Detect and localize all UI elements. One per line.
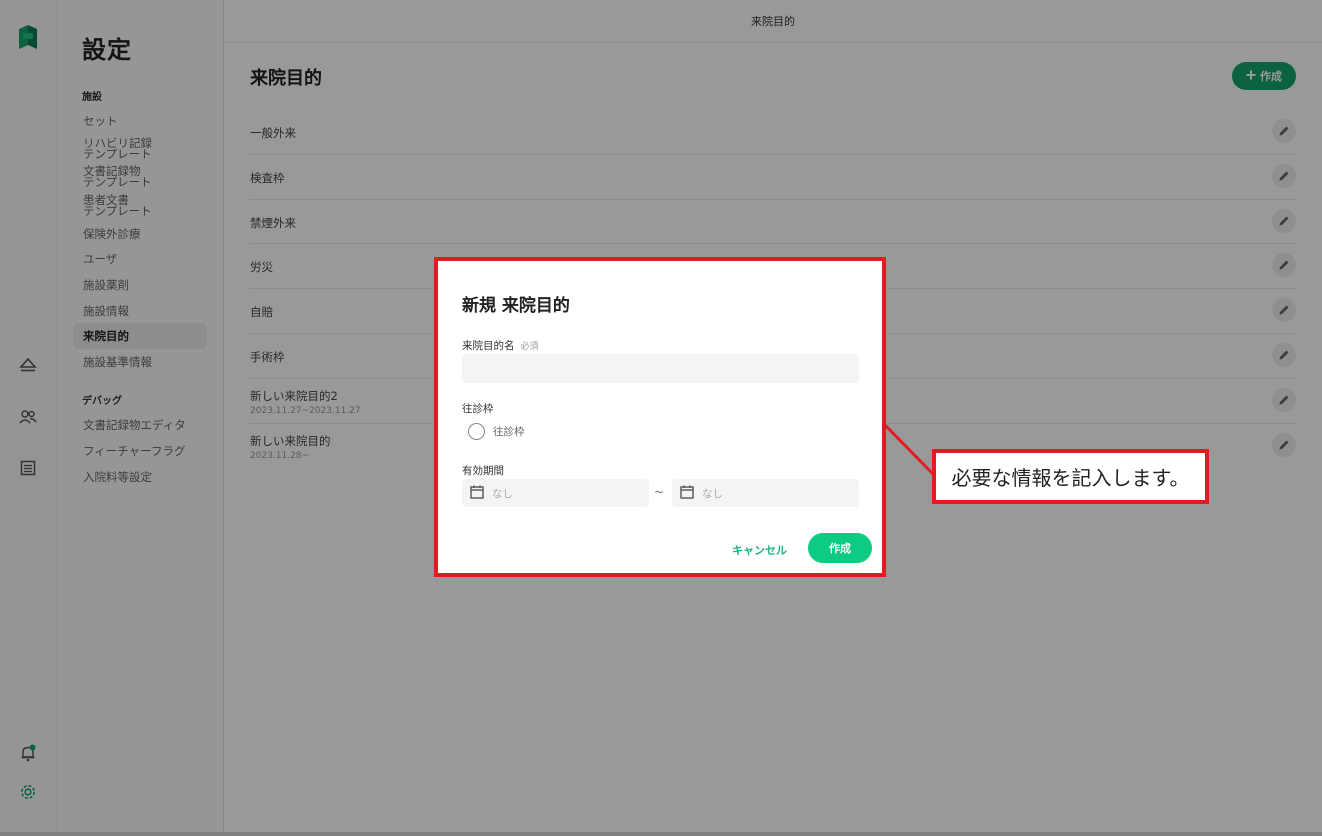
annotation-callout: 必要な情報を記入します。 (932, 449, 1209, 504)
calendar-icon (680, 485, 694, 502)
visit-frame-checkbox[interactable]: 往診枠 (468, 423, 525, 440)
date-range-separator: ~ (654, 485, 665, 499)
required-badge: 必須 (520, 342, 539, 352)
radio-circle-icon[interactable] (468, 423, 485, 440)
validity-period-label: 有効期間 (462, 465, 504, 477)
start-date-field[interactable]: なし (462, 479, 649, 507)
submit-create-button[interactable]: 作成 (808, 533, 872, 563)
visit-frame-option-label: 往診枠 (493, 426, 525, 438)
calendar-icon (470, 485, 484, 502)
dialog-title: 新規 来院目的 (462, 296, 570, 316)
name-field-label: 来院目的名 必須 (462, 338, 539, 353)
visit-purpose-name-input[interactable] (462, 354, 859, 383)
visit-frame-label: 往診枠 (462, 403, 494, 415)
cancel-button[interactable]: キャンセル (732, 542, 787, 558)
end-date-placeholder: なし (702, 487, 723, 500)
name-label-text: 来院目的名 (462, 340, 515, 352)
new-visit-purpose-dialog: 新規 来院目的 来院目的名 必須 往診枠 往診枠 有効期間 なし ~ なし キャン… (434, 257, 886, 577)
start-date-placeholder: なし (492, 487, 513, 500)
end-date-field[interactable]: なし (672, 479, 859, 507)
